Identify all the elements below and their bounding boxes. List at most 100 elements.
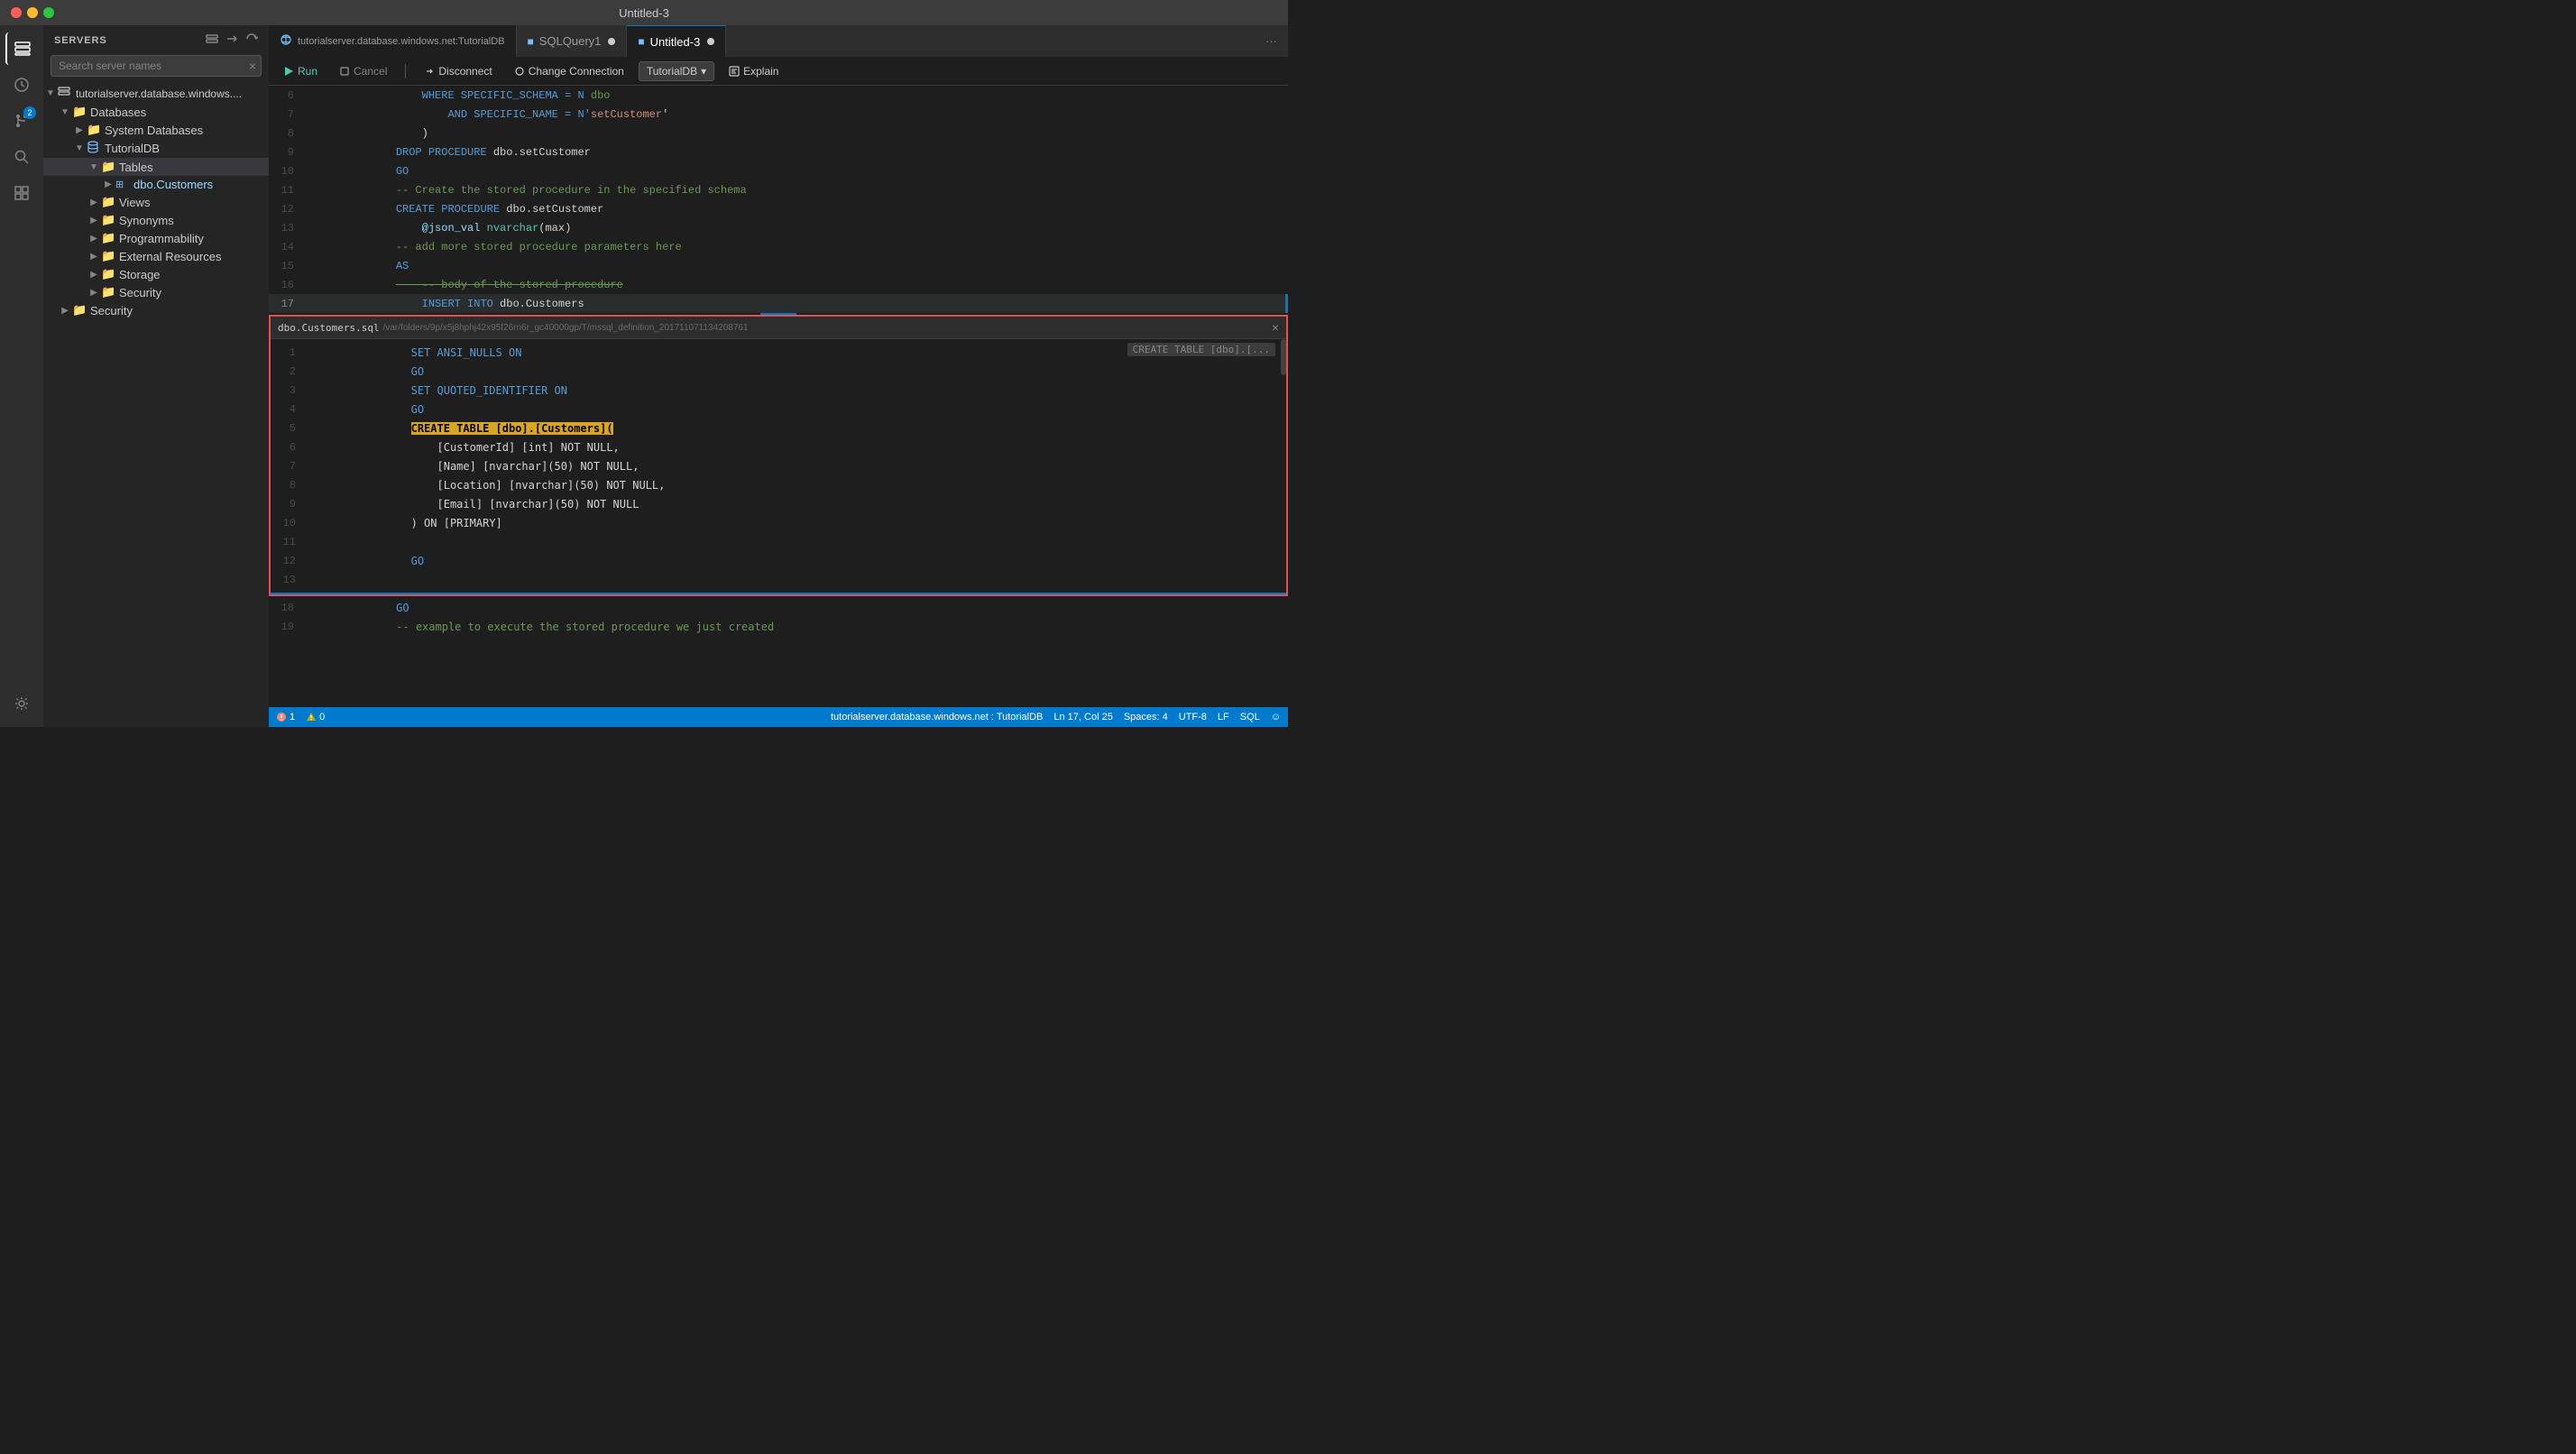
explain-button[interactable]: Explain: [722, 62, 786, 80]
titlebar: Untitled-3: [0, 0, 1288, 25]
sidebar-title: SERVERS: [54, 35, 107, 46]
tab-sqlquery1[interactable]: ■ SQLQuery1: [517, 25, 628, 57]
tree-item-databases[interactable]: ▼ 📁 Databases: [43, 103, 269, 121]
suggestion-tooltip: CREATE TABLE [dbo].[...: [1127, 343, 1275, 356]
tree-arrow: ▶: [87, 252, 101, 262]
activity-search[interactable]: [5, 141, 38, 173]
indentation[interactable]: Spaces: 4: [1124, 712, 1168, 722]
tree-item-security-top[interactable]: ▶ 📁 Security: [43, 301, 269, 319]
line-ending[interactable]: LF: [1218, 712, 1229, 722]
encoding[interactable]: UTF-8: [1179, 712, 1207, 722]
tree-arrow: ▶: [87, 198, 101, 207]
tree-arrow: ▶: [72, 125, 87, 135]
warning-count[interactable]: 0: [306, 712, 325, 722]
security-db-label: Security: [119, 286, 161, 299]
tree-item-tutorialdb[interactable]: ▼ TutorialDB: [43, 139, 269, 158]
lower-code-lines: 18 GO 19 -- example to execute the store…: [269, 598, 1288, 636]
scrollbar-thumb[interactable]: [1281, 339, 1286, 375]
server-label: tutorialserver.database.windows....: [76, 87, 242, 100]
tab-untitled3[interactable]: ■ Untitled-3: [627, 25, 726, 57]
table-icon: ⊞: [115, 179, 130, 190]
tree-item-system-dbs[interactable]: ▶ 📁 System Databases: [43, 121, 269, 139]
disconnect-label: Disconnect: [438, 65, 492, 78]
cancel-button[interactable]: Cancel: [332, 62, 394, 80]
customers-label: dbo.Customers: [133, 178, 213, 191]
connection-tab: tutorialserver.database.windows.net:Tuto…: [269, 25, 517, 57]
tree-item-views[interactable]: ▶ 📁 Views: [43, 193, 269, 211]
tree-item-server[interactable]: ▼ tutorialserver.database.windows....: [43, 84, 269, 103]
window-controls: [11, 7, 54, 18]
status-bar: 1 0 tutorialserver.database.windows.net …: [269, 707, 1288, 727]
editor-content: 6 WHERE SPECIFIC_SCHEMA = N dbo 7 AND SP…: [269, 86, 1288, 707]
tree-item-storage[interactable]: ▶ 📁 Storage: [43, 265, 269, 283]
toolbar-separator: [405, 64, 406, 78]
search-input[interactable]: [51, 55, 262, 77]
tree-arrow: ▼: [87, 162, 101, 172]
connection-label: tutorialserver.database.windows.net:Tuto…: [298, 36, 505, 47]
error-text: 1: [290, 712, 295, 722]
change-connection-button[interactable]: Change Connection: [507, 62, 631, 80]
activity-servers[interactable]: [5, 32, 38, 65]
minimize-button[interactable]: [27, 7, 38, 18]
panel-bottom-border: [271, 593, 1286, 594]
inline-filepath: /var/folders/9p/x5j8hphj42x95f26rn6r_gc4…: [383, 323, 749, 333]
close-button[interactable]: [11, 7, 22, 18]
new-connection-icon[interactable]: [206, 32, 218, 48]
activity-git[interactable]: 2: [5, 105, 38, 137]
upper-code-lines: 6 WHERE SPECIFIC_SCHEMA = N dbo 7 AND SP…: [269, 86, 1288, 313]
activity-bar: 2: [0, 25, 43, 727]
folder-icon: 📁: [72, 303, 87, 317]
error-count[interactable]: 1: [276, 712, 295, 722]
run-button[interactable]: Run: [276, 62, 325, 80]
language-mode[interactable]: SQL: [1240, 712, 1260, 722]
refresh-icon[interactable]: [245, 32, 258, 48]
upper-editor[interactable]: 6 WHERE SPECIFIC_SCHEMA = N dbo 7 AND SP…: [269, 86, 1288, 313]
tree-item-customers[interactable]: ▶ ⊞ dbo.Customers: [43, 176, 269, 193]
scrollbar-track[interactable]: [1279, 339, 1286, 593]
cancel-label: Cancel: [354, 65, 387, 78]
folder-icon: 📁: [101, 267, 115, 281]
tree-arrow: ▼: [58, 107, 72, 117]
system-dbs-label: System Databases: [105, 124, 203, 137]
main-layout: 2 SERVERS: [0, 25, 1288, 727]
search-box[interactable]: ×: [51, 55, 262, 77]
error-icon: [276, 712, 287, 722]
sql-file-icon-2: ■: [638, 35, 644, 48]
tree-arrow: ▼: [43, 88, 58, 98]
editor-area: tutorialserver.database.windows.net:Tuto…: [269, 25, 1288, 727]
explain-icon: [729, 66, 740, 77]
folder-icon: 📁: [101, 160, 115, 174]
tab-bar: tutorialserver.database.windows.net:Tuto…: [269, 25, 1288, 58]
tree-item-tables[interactable]: ▼ 📁 Tables: [43, 158, 269, 176]
folder-icon: 📁: [101, 285, 115, 299]
db-selector[interactable]: TutorialDB ▾: [639, 61, 714, 81]
tab-more-button[interactable]: ···: [1255, 34, 1288, 48]
inline-filename: dbo.Customers.sql: [278, 322, 380, 334]
tab-label-sqlquery1: SQLQuery1: [539, 34, 602, 48]
inline-definition-panel: dbo.Customers.sql /var/folders/9p/x5j8hp…: [269, 315, 1288, 596]
folder-icon: 📁: [87, 123, 101, 137]
tree-item-security-db[interactable]: ▶ 📁 Security: [43, 283, 269, 301]
run-icon: [283, 66, 294, 77]
disconnect-icon: [424, 66, 435, 77]
tree-arrow: ▶: [101, 179, 115, 189]
search-clear-icon[interactable]: ×: [249, 59, 256, 73]
maximize-button[interactable]: [43, 7, 54, 18]
activity-extensions[interactable]: [5, 177, 38, 209]
connection-status: tutorialserver.database.windows.net : Tu…: [831, 712, 1043, 722]
activity-settings[interactable]: [5, 687, 38, 720]
disconnect-icon[interactable]: [225, 32, 238, 48]
lower-editor[interactable]: 18 GO 19 -- example to execute the store…: [269, 598, 1288, 707]
cursor-position[interactable]: Ln 17, Col 25: [1053, 712, 1112, 722]
tree-item-programmability[interactable]: ▶ 📁 Programmability: [43, 229, 269, 247]
db-name: TutorialDB: [647, 65, 697, 78]
tree-item-synonyms[interactable]: ▶ 📁 Synonyms: [43, 211, 269, 229]
folder-icon: 📁: [101, 213, 115, 227]
folder-icon: 📁: [101, 249, 115, 263]
cancel-icon: [339, 66, 350, 77]
tree-arrow: ▶: [87, 216, 101, 225]
activity-history[interactable]: [5, 69, 38, 101]
disconnect-button[interactable]: Disconnect: [417, 62, 499, 80]
connection-icon: [280, 33, 292, 49]
tree-item-external-resources[interactable]: ▶ 📁 External Resources: [43, 247, 269, 265]
